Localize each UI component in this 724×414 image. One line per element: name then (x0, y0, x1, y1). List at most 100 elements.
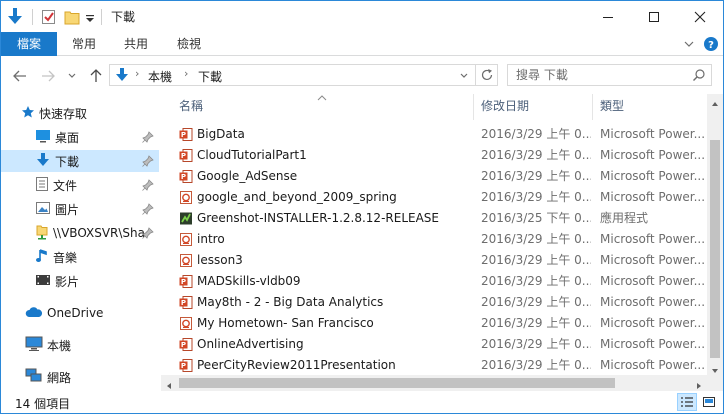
horizontal-scroll-thumb[interactable] (179, 378, 615, 388)
refresh-icon (481, 69, 492, 81)
tab-share[interactable]: 共用 (113, 32, 159, 56)
breadcrumb-downloads[interactable]: 下載 (198, 68, 222, 85)
file-row[interactable]: P Google_AdSense 2016/3/29 上午 0... Microsof… (161, 166, 707, 187)
file-name: lesson3 (197, 253, 243, 267)
search-input[interactable] (508, 65, 688, 85)
nav-network[interactable]: 網路 (1, 366, 159, 388)
vertical-scroll-thumb[interactable] (710, 140, 720, 358)
nav-item-pictures[interactable]: 圖片 (1, 198, 159, 220)
tab-view[interactable]: 檢視 (166, 32, 212, 56)
large-icons-view-button[interactable] (699, 393, 719, 411)
scroll-up-icon[interactable] (711, 97, 719, 111)
navigation-bar: › 本機 › 下載 (1, 56, 723, 94)
svg-text:P: P (181, 299, 186, 307)
title-bar: 下載 (1, 1, 723, 32)
nav-label: 本機 (47, 338, 72, 353)
tab-file[interactable]: 檔案 (1, 32, 57, 56)
nav-item-downloads[interactable]: 下載 (1, 150, 159, 172)
file-type: Microsoft Power... (600, 190, 706, 204)
nav-label: 網路 (47, 370, 72, 385)
nav-label: 桌面 (55, 130, 80, 145)
file-type: Microsoft Power... (600, 148, 706, 162)
file-row[interactable]: P May8th - 2 - Big Data Analytics 2016/3/2… (161, 292, 707, 313)
nav-item-videos[interactable]: 影片 (1, 270, 159, 292)
nav-this-pc[interactable]: 本機 (1, 334, 159, 356)
svg-text:P: P (181, 131, 186, 139)
horizontal-scrollbar[interactable] (161, 375, 707, 391)
pin-icon[interactable] (141, 178, 155, 192)
breadcrumb-this-pc[interactable]: 本機 (148, 68, 172, 85)
file-row[interactable]: P BigData 2016/3/29 上午 0... Microsoft Power… (161, 124, 707, 145)
search-box[interactable] (507, 64, 712, 86)
tab-home[interactable]: 常用 (61, 32, 107, 56)
file-row[interactable]: P MADSkills-vldb09 2016/3/29 上午 0... Micros… (161, 271, 707, 292)
file-name: MADSkills-vldb09 (197, 274, 301, 288)
svg-text:P: P (181, 362, 186, 370)
customize-toolbar-icon[interactable] (85, 7, 95, 27)
download-arrow-icon[interactable] (7, 7, 23, 27)
file-date: 2016/3/29 上午 0... (481, 169, 591, 183)
ribbon-tabs: 檔案 常用 共用 檢視 ? (1, 32, 723, 56)
back-arrow-icon[interactable] (10, 66, 30, 86)
file-name: BigData (197, 127, 245, 141)
pin-icon[interactable] (141, 226, 155, 240)
address-bar[interactable]: › 本機 › 下載 (109, 64, 476, 86)
file-row[interactable]: lesson3 2016/3/29 上午 0... Microsoft Power.… (161, 250, 707, 271)
pin-icon[interactable] (141, 130, 155, 144)
pictures-icon (35, 201, 51, 218)
close-button[interactable] (677, 1, 723, 32)
column-date[interactable]: 修改日期 (475, 94, 591, 120)
file-row[interactable]: Greenshot-INSTALLER-1.2.8.12-RELEASE 2016… (161, 208, 707, 229)
refresh-button[interactable] (476, 64, 498, 86)
file-type: Microsoft Power... (600, 274, 706, 288)
column-divider[interactable] (473, 94, 474, 120)
nav-item-documents[interactable]: 文件 (1, 174, 159, 196)
breadcrumb-chevron-icon[interactable]: › (184, 67, 188, 80)
nav-item-network-share[interactable]: \\VBOXSVR\Sha (1, 222, 159, 244)
nav-item-desktop[interactable]: 桌面 (1, 126, 159, 148)
pin-icon[interactable] (141, 202, 155, 216)
help-icon[interactable]: ? (703, 36, 719, 55)
search-icon[interactable] (692, 68, 706, 85)
minimize-button[interactable] (585, 1, 631, 32)
powerpoint-show-icon: P (179, 337, 193, 352)
file-row[interactable]: google_and_beyond_2009_spring 2016/3/29 上… (161, 187, 707, 208)
recent-locations-chevron-icon[interactable] (62, 66, 82, 86)
file-date: 2016/3/29 上午 0... (481, 358, 591, 372)
svg-text:P: P (181, 152, 186, 160)
nav-quick-access[interactable]: 快速存取 (1, 102, 159, 124)
up-arrow-icon[interactable] (86, 66, 106, 86)
column-type[interactable]: 類型 (594, 94, 707, 120)
file-row[interactable]: P OnlineAdvertising 2016/3/29 上午 0... Micro… (161, 334, 707, 355)
download-icon (35, 152, 51, 171)
nav-label: 下載 (55, 154, 80, 169)
file-row[interactable]: intro 2016/3/29 上午 0... Microsoft Power... (161, 229, 707, 250)
computer-icon (25, 336, 43, 355)
new-folder-icon[interactable] (64, 7, 80, 27)
application-icon (179, 211, 193, 226)
forward-arrow-icon[interactable] (38, 66, 58, 86)
file-row[interactable]: My Hometown- San Francisco 2016/3/29 上午 0… (161, 313, 707, 334)
nav-onedrive[interactable]: OneDrive (1, 302, 159, 324)
file-date: 2016/3/29 上午 0... (481, 274, 591, 288)
nav-item-music[interactable]: 音樂 (1, 246, 159, 268)
file-name: Google_AdSense (197, 169, 298, 183)
file-type: Microsoft Power... (600, 232, 706, 246)
address-dropdown-icon[interactable] (459, 70, 469, 84)
expand-ribbon-icon[interactable] (683, 38, 695, 53)
properties-icon[interactable] (41, 7, 57, 27)
pin-icon[interactable] (141, 154, 155, 168)
file-row[interactable]: P CloudTutorialPart1 2016/3/29 上午 0... Micr… (161, 145, 707, 166)
maximize-button[interactable] (631, 1, 677, 32)
file-row[interactable]: P PeerCityReview2011Presentation 2016/3/29… (161, 355, 707, 375)
column-divider[interactable] (592, 94, 593, 120)
column-name[interactable]: 名稱 (173, 94, 471, 120)
file-name: May8th - 2 - Big Data Analytics (197, 295, 384, 309)
details-view-button[interactable] (677, 393, 697, 411)
onedrive-cloud-icon (25, 306, 43, 321)
breadcrumb-chevron-icon[interactable]: › (135, 67, 139, 80)
file-date: 2016/3/29 上午 0... (481, 337, 591, 351)
file-name: PeerCityReview2011Presentation (197, 358, 396, 372)
scroll-corner (707, 375, 723, 391)
vertical-scrollbar[interactable] (707, 94, 723, 375)
